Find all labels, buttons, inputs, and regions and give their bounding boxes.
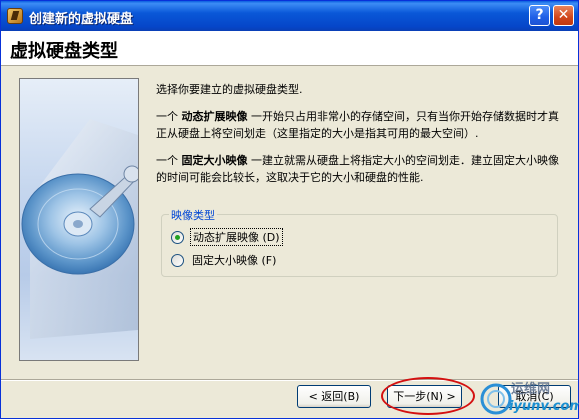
- description-area: 选择你要建立的虚拟硬盘类型. 一个 动态扩展映像 一开始只占用非常小的存储空间，…: [156, 81, 561, 196]
- radio-dynamic-label[interactable]: 动态扩展映像 (D): [190, 228, 283, 246]
- radio-fixed-circle[interactable]: [171, 253, 184, 267]
- close-button[interactable]: ✕: [553, 5, 574, 26]
- hard-disk-illustration: [19, 78, 139, 361]
- close-icon: ✕: [557, 7, 570, 23]
- window-title: 创建新的虚拟硬盘: [29, 12, 134, 27]
- radio-fixed[interactable]: 固定大小映像 (F): [171, 252, 278, 268]
- radio-fixed-label[interactable]: 固定大小映像 (F): [190, 252, 278, 268]
- virtualbox-app-icon: [7, 8, 23, 24]
- dynamic-term: 动态扩展映像: [181, 110, 248, 123]
- page-title: 虚拟硬盘类型: [10, 41, 118, 62]
- wizard-header: 虚拟硬盘类型: [1, 31, 578, 66]
- hard-disk-icon: [21, 119, 138, 339]
- title-bar: 创建新的虚拟硬盘 ? ✕: [1, 1, 578, 31]
- radio-dynamic[interactable]: 动态扩展映像 (D): [171, 228, 283, 246]
- radio-dynamic-circle[interactable]: [171, 230, 184, 244]
- question-mark-icon: ?: [535, 7, 544, 23]
- fixed-term: 固定大小映像: [181, 154, 248, 167]
- intro-text: 选择你要建立的虚拟硬盘类型.: [156, 83, 303, 96]
- dynamic-description: 一个 动态扩展映像 一开始只占用非常小的存储空间，只有当你开始存储数据时才真正从…: [156, 110, 559, 140]
- image-type-groupbox: 映像类型 动态扩展映像 (D) 固定大小映像 (F): [161, 207, 558, 277]
- help-button[interactable]: ?: [529, 5, 550, 26]
- next-button[interactable]: 下一步(N) >: [387, 385, 462, 408]
- fixed-description: 一个 固定大小映像 一建立就需从硬盘上将指定大小的空间划走．建立固定大小映像的时…: [156, 154, 559, 184]
- footer-divider: [1, 379, 578, 381]
- image-type-label: 映像类型: [169, 207, 217, 223]
- cancel-button[interactable]: 取消(C): [498, 385, 571, 408]
- back-button[interactable]: < 返回(B): [297, 385, 371, 408]
- dialog-window: 创建新的虚拟硬盘 ? ✕ 虚拟硬盘类型 选择你要建立的虚拟硬盘类型. 一个 动态…: [0, 0, 579, 419]
